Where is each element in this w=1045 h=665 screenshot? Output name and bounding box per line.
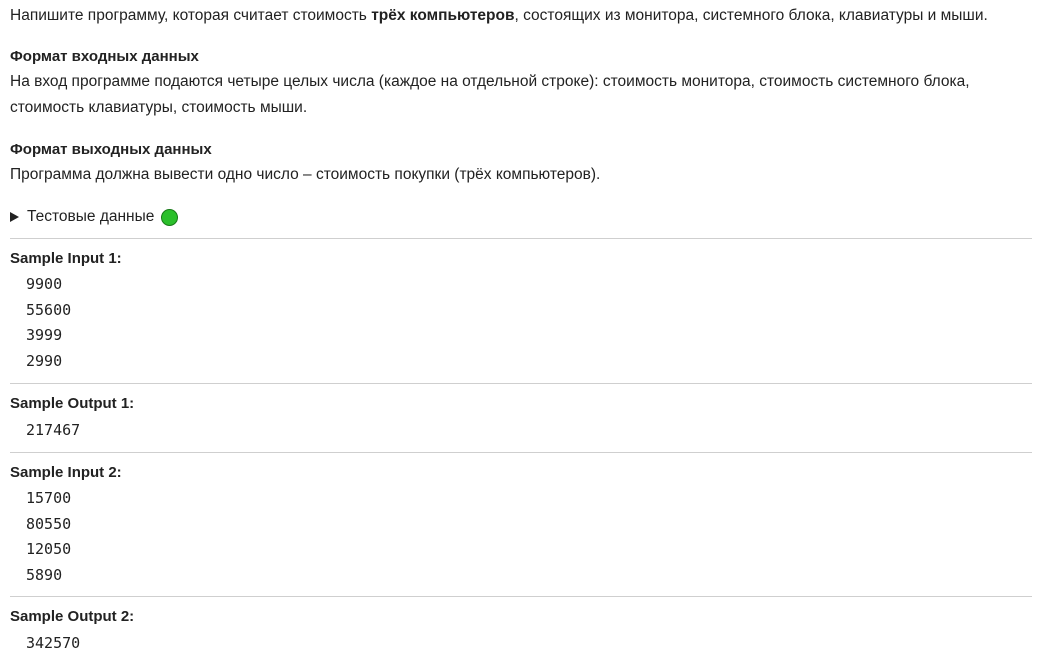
output-format-text: Программа должна вывести одно число – ст… (10, 166, 601, 183)
sample-line: 80550 (26, 514, 72, 533)
input-format-text: На вход программе подаются четыре целых … (10, 73, 970, 116)
test-data-label: Тестовые данные (27, 208, 155, 225)
sample-line: 15700 (26, 489, 72, 507)
divider (10, 596, 1032, 597)
intro-text-before: Напишите программу, которая считает стои… (10, 7, 372, 24)
sample-output-2-block: 342570 (26, 631, 80, 657)
input-format-title: Формат входных данных (10, 48, 199, 65)
sample-line: 342570 (26, 634, 81, 652)
statement-intro: Напишите программу, которая считает стои… (10, 6, 988, 26)
divider (10, 383, 1032, 384)
sample-line: 217467 (26, 421, 81, 439)
sample-line: 3999 (26, 326, 63, 344)
status-dot-icon (161, 208, 179, 226)
divider (10, 452, 1032, 453)
sample-line: 5890 (26, 565, 63, 584)
sample-line: 12050 (26, 540, 72, 558)
sample-input-1-label: Sample Input 1: (10, 250, 122, 267)
sample-line: 55600 (26, 300, 72, 319)
divider (10, 238, 1032, 239)
sample-input-2-block: 15700 80550 12050 5890 (26, 486, 71, 588)
output-format-title: Формат выходных данных (10, 141, 212, 158)
sample-output-2-label: Sample Output 2: (10, 608, 135, 625)
sample-line: 9900 (26, 275, 63, 293)
sample-line: 2990 (26, 351, 63, 370)
sample-output-1-block: 217467 (26, 418, 80, 444)
sample-output-1-label: Sample Output 1: (10, 395, 135, 412)
sample-input-2-label: Sample Input 2: (10, 464, 122, 481)
sample-input-1-block: 9900 55600 3999 2990 (26, 272, 71, 374)
test-data-toggle[interactable]: Тестовые данные (10, 206, 179, 228)
intro-text-after: , состоящих из монитора, системного блок… (514, 7, 988, 24)
intro-text-bold: трёх компьютеров (371, 7, 515, 24)
disclosure-triangle-icon (10, 212, 19, 222)
